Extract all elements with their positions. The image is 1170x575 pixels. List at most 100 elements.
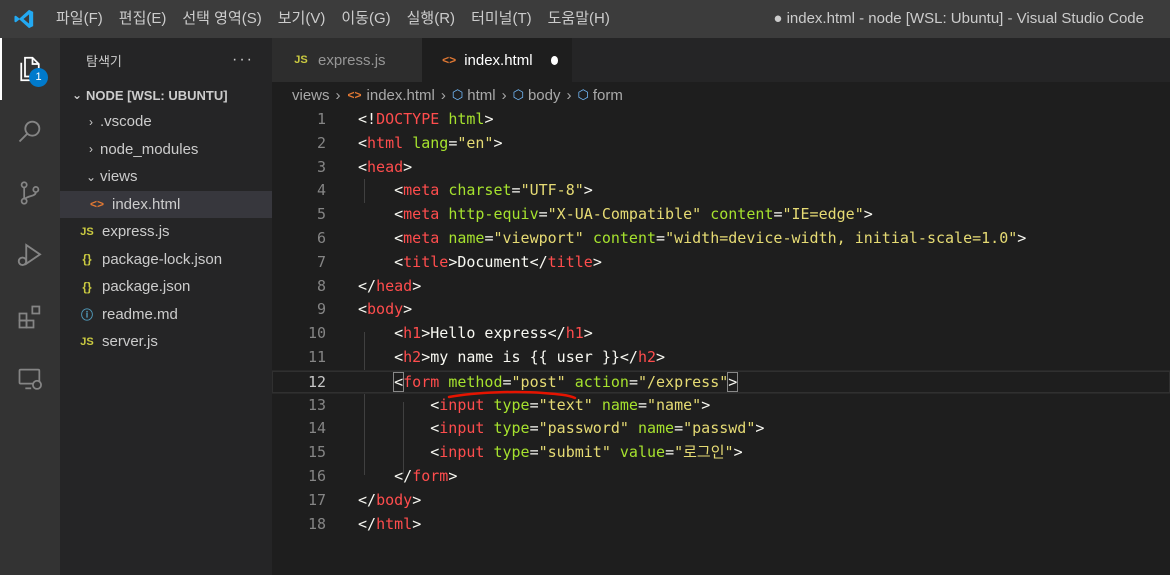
- line-number: 16: [307, 467, 326, 485]
- code-editor[interactable]: 1 <!DOCTYPE html> 2 <html lang="en"> 3 <hea…: [272, 108, 1170, 575]
- line-number: 2: [316, 133, 326, 152]
- search-button[interactable]: [0, 100, 60, 162]
- code-text: <title>Document</title>: [394, 252, 602, 271]
- tree-folder-node-modules[interactable]: › node_modules: [60, 136, 272, 164]
- breadcrumb-item[interactable]: form: [593, 87, 623, 104]
- line-number: 10: [307, 324, 326, 343]
- explorer-button[interactable]: 1: [0, 38, 60, 100]
- source-control-icon: [20, 181, 40, 205]
- menu-file[interactable]: 파일(F): [48, 0, 111, 38]
- tree-file-package-lock-json[interactable]: {} package-lock.json: [60, 246, 272, 274]
- code-text: </html>: [358, 514, 422, 533]
- breadcrumb-item[interactable]: body: [528, 87, 561, 104]
- explorer-title: 탐색기: [86, 53, 122, 69]
- extensions-button[interactable]: [0, 286, 60, 348]
- line-number: 6: [316, 229, 326, 247]
- tree-item-label: readme.md: [102, 305, 178, 323]
- editor-tabs: JS express.js <> index.html: [272, 38, 1170, 82]
- html-file-icon: <>: [347, 88, 362, 102]
- code-line-current: 12 <form method="post" action="/express"…: [272, 369, 1170, 394]
- code-text: <html lang="en">: [358, 133, 503, 152]
- chevron-right-icon: ›: [566, 86, 572, 104]
- tree-item-label: express.js: [102, 223, 170, 241]
- js-file-icon: JS: [80, 225, 94, 238]
- workspace-section-header[interactable]: ⌄ NODE [WSL: UBUNTU]: [60, 82, 272, 108]
- line-number: 3: [316, 157, 326, 176]
- code-line: 1 <!DOCTYPE html>: [272, 108, 1170, 132]
- source-control-button[interactable]: [0, 162, 60, 224]
- chevron-right-icon: ›: [335, 86, 341, 104]
- code-text: <body>: [358, 300, 413, 319]
- line-number: 5: [316, 205, 326, 224]
- line-number: 11: [307, 348, 326, 366]
- tree-file-server-js[interactable]: JS server.js: [60, 328, 272, 356]
- line-number: 4: [316, 181, 326, 200]
- tab-label: express.js: [318, 51, 386, 69]
- line-number: 12: [307, 372, 326, 391]
- tree-file-readme-md[interactable]: ⓘ readme.md: [60, 301, 272, 329]
- line-number: 18: [307, 514, 326, 533]
- tree-file-index-html[interactable]: <> index.html: [60, 190, 272, 218]
- menu-selection[interactable]: 선택 영역(S): [174, 0, 269, 38]
- json-file-icon: {}: [82, 252, 92, 267]
- menu-run[interactable]: 실행(R): [399, 0, 463, 38]
- breadcrumb-item[interactable]: views: [292, 87, 330, 104]
- code-line: 18 </html>: [272, 513, 1170, 537]
- explorer-header: 탐색기 ···: [60, 38, 272, 82]
- title-bar: 파일(F) 편집(E) 선택 영역(S) 보기(V) 이동(G) 실행(R) 터…: [0, 0, 1170, 38]
- menu-edit[interactable]: 편집(E): [111, 0, 175, 38]
- code-line: 6 <meta name="viewport" content="width=d…: [272, 227, 1170, 251]
- code-line: 3 <head>: [272, 156, 1170, 180]
- menu-help[interactable]: 도움말(H): [540, 0, 618, 38]
- activity-bar: 1: [0, 38, 60, 575]
- line-number: 15: [307, 443, 326, 462]
- breadcrumb-item[interactable]: index.html: [367, 87, 435, 104]
- html-file-icon: <>: [442, 53, 457, 67]
- code-text: <input type="password" name="passwd">: [430, 419, 765, 438]
- tree-item-label: package.json: [102, 278, 191, 296]
- vscode-logo-icon[interactable]: [0, 0, 48, 38]
- explorer-badge: 1: [29, 68, 48, 87]
- unsaved-dot-icon[interactable]: [550, 55, 558, 65]
- line-number: 9: [316, 300, 326, 319]
- remote-explorer-button[interactable]: [0, 348, 60, 410]
- code-text: </body>: [358, 490, 422, 509]
- chevron-down-icon: ⌄: [71, 88, 83, 102]
- tab-label: index.html: [464, 51, 533, 69]
- tree-item-label: index.html: [112, 195, 181, 213]
- run-debug-button[interactable]: [0, 224, 60, 286]
- tree-item-label: .vscode: [100, 113, 152, 131]
- run-debug-icon: [17, 243, 42, 266]
- js-file-icon: JS: [80, 335, 94, 348]
- code-text: <meta name="viewport" content="width=dev…: [394, 229, 1027, 247]
- code-line: 15 <input type="submit" value="로그인">: [272, 441, 1170, 465]
- tab-index-html[interactable]: <> index.html: [422, 38, 572, 82]
- more-actions-icon[interactable]: ···: [232, 51, 254, 69]
- chevron-down-icon: ⌄: [85, 169, 97, 184]
- breadcrumb: views › <> index.html › ⬡ html › ⬡ body …: [272, 82, 1170, 108]
- line-number: 14: [307, 419, 326, 438]
- chevron-right-icon: ›: [89, 114, 93, 129]
- breadcrumb-item[interactable]: html: [467, 87, 495, 104]
- tree-folder-vscode[interactable]: › .vscode: [60, 108, 272, 136]
- html-file-icon: <>: [89, 197, 104, 212]
- workspace-section-label: NODE [WSL: UBUNTU]: [86, 87, 228, 103]
- tab-express-js[interactable]: JS express.js: [272, 38, 422, 82]
- tree-item-label: views: [100, 168, 138, 186]
- chevron-right-icon: ›: [440, 86, 446, 104]
- tree-file-express-js[interactable]: JS express.js: [60, 218, 272, 246]
- explorer-sidebar: 탐색기 ··· ⌄ NODE [WSL: UBUNTU] › .vscode ›…: [60, 38, 272, 575]
- code-line: 7 <title>Document</title>: [272, 251, 1170, 275]
- tree-folder-views[interactable]: ⌄ views: [60, 163, 272, 191]
- extensions-icon: [18, 305, 41, 329]
- menu-view[interactable]: 보기(V): [270, 0, 334, 38]
- menu-terminal[interactable]: 터미널(T): [463, 0, 540, 38]
- line-number: 7: [316, 252, 326, 271]
- code-text: <!DOCTYPE html>: [358, 110, 494, 128]
- tree-file-package-json[interactable]: {} package.json: [60, 273, 272, 301]
- window-title: ● index.html - node [WSL: Ubuntu] - Visu…: [773, 10, 1144, 27]
- code-line: 14 <input type="password" name="passwd">: [272, 417, 1170, 441]
- code-line: 2 <html lang="en">: [272, 132, 1170, 156]
- info-file-icon: ⓘ: [80, 307, 93, 322]
- menu-go[interactable]: 이동(G): [333, 0, 398, 38]
